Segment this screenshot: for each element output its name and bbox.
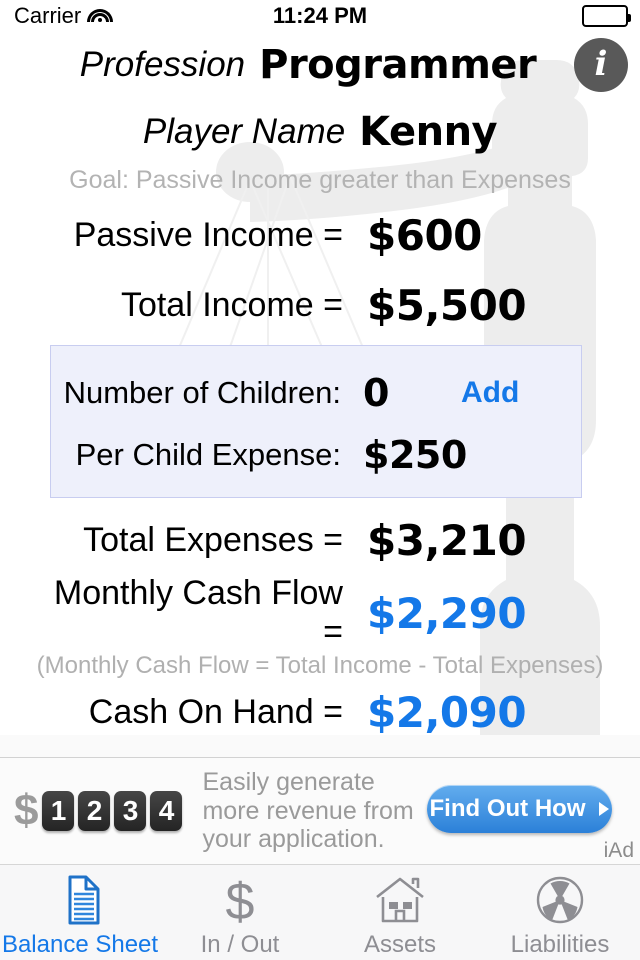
ad-copy: Easily generate more revenue from your a…: [202, 768, 413, 854]
app-screen: Carrier 11:24 PM Profession Programmer i…: [0, 0, 640, 960]
tab-assets-label: Assets: [363, 931, 437, 958]
chevron-right-icon: [599, 802, 610, 816]
ad-digit-3: 3: [114, 791, 147, 831]
battery-full-icon: [582, 5, 631, 27]
info-icon: i: [594, 44, 608, 84]
player-name-value: Kenny: [359, 109, 498, 155]
document-icon: [56, 873, 104, 929]
ad-digit-4: 4: [150, 791, 183, 831]
passive-income-value: $600: [367, 210, 482, 260]
monthly-cash-flow-row: Monthly Cash Flow = $2,290: [0, 574, 640, 651]
ad-banner[interactable]: $ 1 2 3 4 Easily generate more revenue f…: [0, 757, 640, 865]
total-expenses-value: $3,210: [367, 515, 527, 565]
monthly-cash-flow-value: $2,290: [367, 588, 527, 638]
number-of-children-value: 0: [363, 371, 389, 415]
profession-value: Programmer: [259, 42, 537, 88]
status-bar-right: [582, 0, 631, 32]
number-of-children-label: Number of Children:: [63, 375, 341, 410]
monthly-cash-flow-label: Monthly Cash Flow =: [53, 574, 343, 651]
per-child-expense-label: Per Child Expense:: [75, 437, 341, 472]
cash-flow-formula-note: (Monthly Cash Flow = Total Income - Tota…: [36, 652, 604, 679]
passive-income-label: Passive Income =: [73, 215, 343, 254]
goal-text: Goal: Passive Income greater than Expens…: [69, 166, 571, 194]
profession-label: Profession: [79, 45, 246, 84]
tab-in-out[interactable]: $ In / Out: [160, 865, 320, 960]
passive-income-row: Passive Income = $600: [0, 208, 640, 262]
iad-tag: iAd: [603, 839, 634, 862]
info-button[interactable]: i: [574, 38, 628, 92]
cash-on-hand-label: Cash On Hand =: [88, 692, 343, 731]
ad-copy-line-1: Easily generate: [202, 768, 375, 797]
ad-dollar-icon: $: [14, 786, 39, 835]
ad-copy-line-2: more revenue from: [202, 796, 414, 825]
tab-balance-sheet-label: Balance Sheet: [1, 931, 159, 958]
tab-bar: Balance Sheet $ In / Out Assets Liabilit…: [0, 864, 640, 960]
total-expenses-label: Total Expenses =: [83, 520, 343, 559]
total-expenses-row: Total Expenses = $3,210: [0, 513, 640, 567]
add-child-button[interactable]: Add: [461, 376, 519, 410]
total-income-label: Total Income =: [120, 285, 343, 324]
cash-on-hand-row: Cash On Hand = $2,090: [0, 684, 640, 740]
find-out-how-button[interactable]: Find Out How: [427, 785, 612, 833]
ad-digit-2: 2: [78, 791, 111, 831]
svg-text:$: $: [226, 873, 255, 929]
per-child-expense-row: Per Child Expense: $250: [51, 428, 581, 482]
status-bar-time: 11:24 PM: [272, 3, 368, 28]
cash-on-hand-value: $2,090: [367, 687, 527, 737]
ad-digit-1: 1: [42, 791, 75, 831]
ad-logo: $ 1 2 3 4: [14, 786, 183, 835]
tab-liabilities[interactable]: Liabilities: [480, 865, 640, 960]
per-child-expense-value: $250: [363, 433, 467, 477]
tab-liabilities-label: Liabilities: [510, 931, 610, 958]
player-name-label: Player Name: [142, 112, 346, 151]
profession-row: Profession Programmer: [0, 38, 640, 92]
total-income-row: Total Income = $5,500: [0, 278, 640, 332]
radiation-icon: [533, 873, 587, 929]
children-panel: Number of Children: 0 Add Per Child Expe…: [50, 345, 582, 498]
tab-balance-sheet[interactable]: Balance Sheet: [0, 865, 160, 960]
dollar-sign-icon: $: [216, 873, 264, 929]
status-bar: Carrier 11:24 PM: [0, 0, 640, 32]
number-of-children-row: Number of Children: 0 Add: [51, 366, 581, 420]
house-icon: [373, 873, 427, 929]
player-name-row: Player Name Kenny: [0, 105, 640, 159]
tab-assets[interactable]: Assets: [320, 865, 480, 960]
ad-copy-line-3: your application.: [202, 825, 385, 854]
total-income-value: $5,500: [367, 280, 527, 330]
tab-in-out-label: In / Out: [200, 931, 280, 958]
find-out-how-label: Find Out How: [429, 795, 586, 822]
